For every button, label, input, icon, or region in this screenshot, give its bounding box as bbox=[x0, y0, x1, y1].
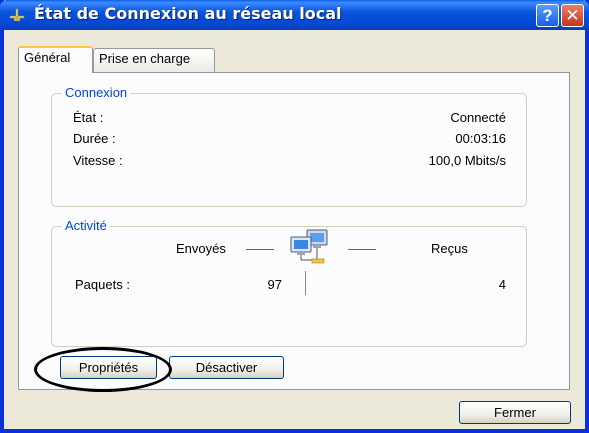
packets-received-value: 4 bbox=[498, 277, 506, 292]
window-title: État de Connexion au réseau local bbox=[34, 4, 342, 23]
duration-label: Durée : bbox=[73, 131, 116, 146]
speed-label: Vitesse : bbox=[73, 153, 123, 168]
received-line bbox=[348, 249, 376, 250]
sent-label: Envoyés bbox=[176, 241, 226, 256]
close-icon: ✕ bbox=[565, 6, 580, 25]
sent-line bbox=[246, 249, 274, 250]
duration-value: 00:03:16 bbox=[455, 131, 506, 146]
help-icon: ? bbox=[542, 6, 553, 25]
status-value: Connecté bbox=[450, 110, 506, 125]
tab-support[interactable]: Prise en charge bbox=[93, 48, 215, 72]
properties-button[interactable]: Propriétés bbox=[60, 356, 157, 379]
disable-button[interactable]: Désactiver bbox=[169, 356, 284, 379]
tab-general[interactable]: Général bbox=[18, 46, 93, 73]
network-connection-icon bbox=[9, 8, 25, 21]
close-window-button[interactable]: ✕ bbox=[561, 4, 584, 27]
connexion-group: Connexion État : Connecté Durée : 00:03:… bbox=[51, 85, 527, 207]
title-bar[interactable]: État de Connexion au réseau local ? ✕ bbox=[0, 0, 589, 30]
close-button[interactable]: Fermer bbox=[459, 401, 571, 424]
status-label: État : bbox=[73, 110, 104, 125]
speed-value: 100,0 Mbits/s bbox=[428, 153, 506, 168]
received-label: Reçus bbox=[431, 241, 468, 256]
network-computers-icon bbox=[290, 229, 328, 264]
tab-panel-general: Connexion État : Connecté Durée : 00:03:… bbox=[18, 72, 570, 390]
connexion-legend: Connexion bbox=[62, 85, 131, 101]
packets-sent-value: 97 bbox=[267, 277, 282, 292]
dialog-window: État de Connexion au réseau local ? ✕ Gé… bbox=[0, 0, 589, 433]
activity-legend: Activité bbox=[62, 218, 110, 234]
activity-group: Activité Envoyés Reçus Paquets : 97 4 bbox=[51, 218, 527, 347]
help-button[interactable]: ? bbox=[536, 4, 559, 27]
packets-label: Paquets : bbox=[75, 277, 130, 292]
packets-divider bbox=[305, 271, 306, 295]
